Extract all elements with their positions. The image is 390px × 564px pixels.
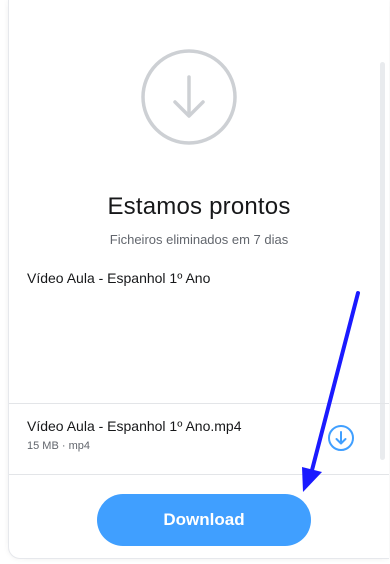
file-item[interactable]: Vídeo Aula - Espanhol 1º Ano.mp4 15 MB ·…	[9, 404, 381, 460]
file-name: Vídeo Aula - Espanhol 1º Ano.mp4	[27, 418, 242, 434]
footer-divider	[9, 474, 389, 475]
scrollbar[interactable]	[380, 62, 385, 460]
download-button[interactable]: Download	[97, 494, 311, 546]
page: Estamos prontos Ficheiros eliminados em …	[0, 0, 390, 564]
file-meta: 15 MB · mp4	[27, 440, 90, 452]
status-title: Estamos prontos	[107, 193, 291, 220]
expiry-note: Ficheiros eliminados em 7 dias	[109, 232, 289, 247]
transfer-title: Vídeo Aula - Espanhol 1º Ano	[27, 270, 211, 286]
file-download-icon[interactable]	[327, 424, 355, 452]
download-circle-icon	[141, 49, 237, 145]
download-panel: Estamos prontos Ficheiros eliminados em …	[8, 0, 389, 559]
